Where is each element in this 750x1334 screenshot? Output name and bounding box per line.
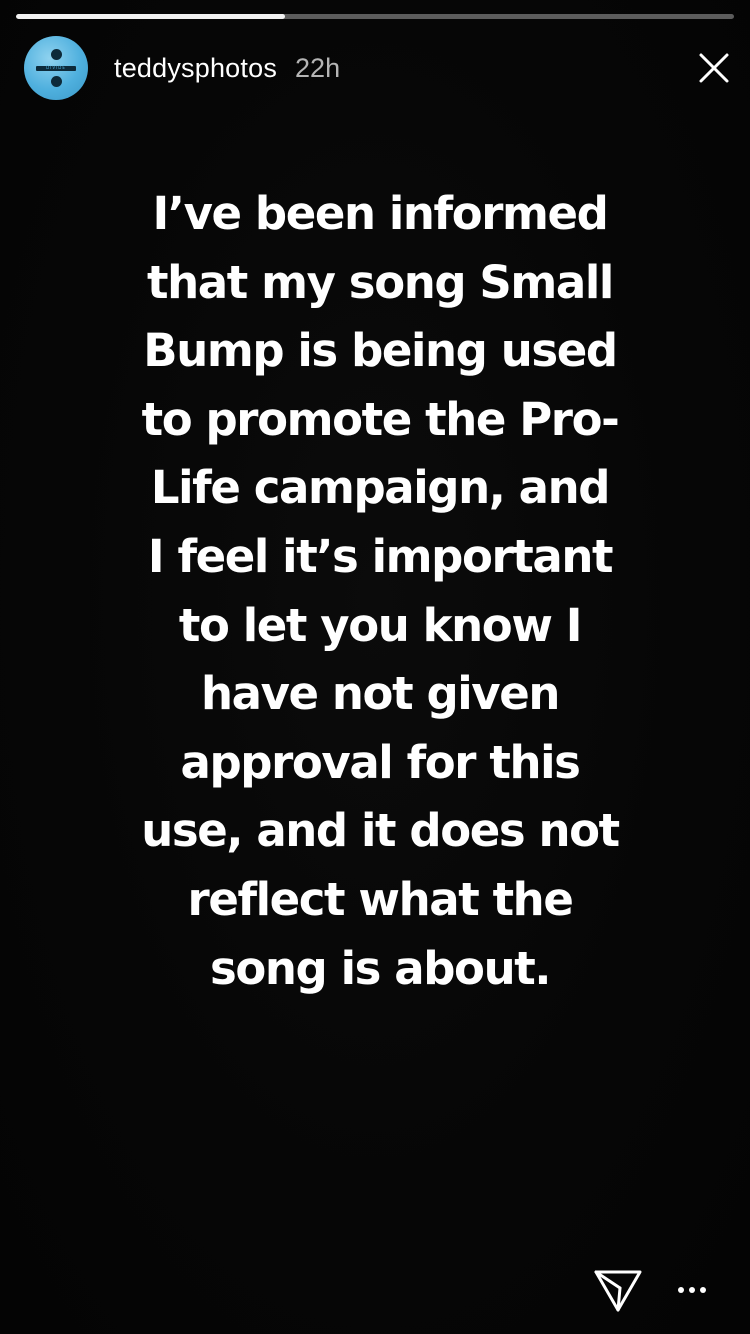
- story-text-line: to promote the Pro-: [141, 392, 620, 446]
- story-text-line: Bump is being used: [143, 324, 618, 378]
- send-icon: [594, 1270, 642, 1312]
- avatar-text: DIVIDE: [46, 65, 66, 70]
- avatar[interactable]: DIVIDE: [24, 36, 88, 100]
- username[interactable]: teddysphotos: [114, 53, 277, 84]
- story-text: I’ve been informed that my song Small Bump…: [60, 180, 700, 1003]
- close-button[interactable]: [694, 48, 734, 88]
- story-text-line: Life campaign, and: [150, 461, 611, 515]
- divide-icon-dot-top: [50, 49, 62, 60]
- close-icon: [699, 53, 729, 83]
- story-text-line: reflect what the: [187, 872, 574, 926]
- story-text-line: that my song Small: [147, 255, 614, 309]
- story-text-line: I’ve been informed: [152, 187, 609, 240]
- story-text-line: have not given: [201, 667, 560, 721]
- more-options-icon: [678, 1287, 684, 1293]
- story-progress-fill: [16, 14, 286, 19]
- timestamp: 22h: [295, 52, 341, 83]
- more-options-button[interactable]: [668, 1272, 716, 1308]
- more-options-icon: [689, 1287, 695, 1293]
- story-viewer[interactable]: DIVIDE teddysphotos 22h I’ve been inform…: [0, 0, 750, 1334]
- story-text-line: approval for this: [180, 735, 581, 789]
- send-button[interactable]: [590, 1264, 646, 1314]
- story-progress-bar: [16, 14, 734, 19]
- story-text-line: I feel it’s important: [147, 529, 614, 583]
- story-text-line: use, and it does not: [141, 804, 620, 858]
- divide-icon-dot-bottom: [50, 76, 62, 87]
- story-text-line: song is about.: [209, 941, 551, 995]
- story-text-line: to let you know I: [178, 598, 583, 652]
- more-options-icon: [700, 1287, 706, 1293]
- story-header: DIVIDE teddysphotos 22h: [24, 36, 734, 100]
